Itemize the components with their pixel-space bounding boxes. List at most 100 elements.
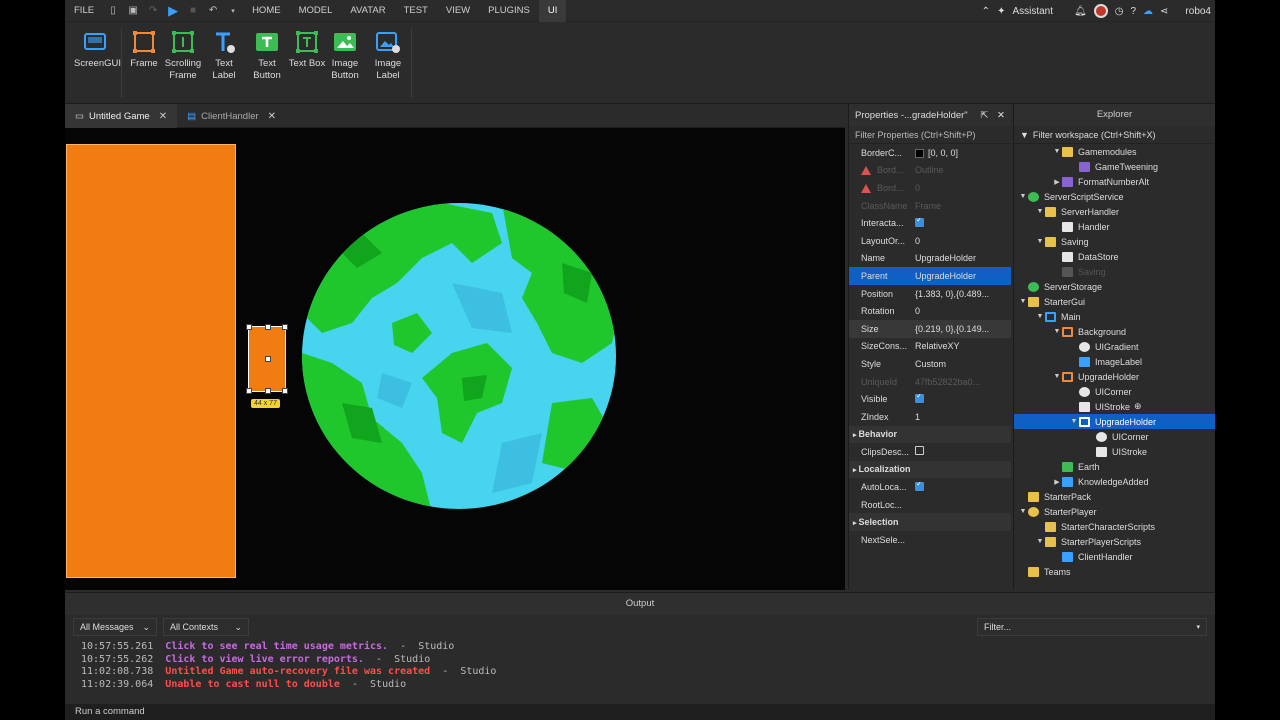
explorer-item[interactable]: ▼ ServerScriptService [1014, 189, 1215, 204]
property-value[interactable]: {0.219, 0},{0.149... [911, 324, 1011, 334]
close-icon[interactable]: ✕ [997, 110, 1005, 121]
command-bar-input[interactable]: Run a command [65, 704, 1215, 720]
checkbox-checked[interactable] [915, 481, 924, 491]
property-value[interactable]: [0, 0, 0] [911, 148, 1011, 158]
property-value[interactable]: 0 [911, 306, 1011, 316]
game-viewport[interactable]: 44 x 77 [65, 128, 845, 590]
checkbox-checked[interactable] [915, 217, 924, 227]
property-row[interactable]: ClassName Frame [849, 197, 1011, 215]
explorer-item[interactable]: UIStroke ⊕ [1014, 399, 1215, 414]
property-row[interactable]: Name UpgradeHolder [849, 250, 1011, 268]
property-value[interactable]: {1.383, 0},{0.489... [911, 289, 1011, 299]
explorer-item[interactable]: ▼ Background [1014, 324, 1215, 339]
insert-object-icon[interactable]: ⊕ [1134, 401, 1142, 412]
checkbox-checked[interactable] [915, 393, 924, 403]
text-label-button[interactable]: Text Label [203, 28, 245, 82]
log-message[interactable]: Click to view live error reports. [165, 654, 364, 665]
expanded-arrow-icon[interactable]: ▼ [1018, 298, 1028, 305]
explorer-item[interactable]: StarterPack [1014, 489, 1215, 504]
earth-image[interactable] [302, 203, 632, 516]
property-row[interactable]: SizeCons... RelativeXY [849, 338, 1011, 356]
property-row[interactable]: ▸ Selection [849, 513, 1011, 532]
resize-handle[interactable] [246, 388, 252, 394]
property-row[interactable]: ClipsDesc... [849, 443, 1011, 461]
explorer-item[interactable]: ▼ ServerHandler [1014, 204, 1215, 219]
property-value[interactable]: Custom [911, 359, 1011, 369]
expanded-arrow-icon[interactable]: ▼ [1052, 328, 1062, 335]
property-row[interactable]: Visible [849, 390, 1011, 408]
property-row[interactable]: UniqueId 47fb52822ba0... [849, 373, 1011, 391]
property-row[interactable]: Interacta... [849, 214, 1011, 232]
username[interactable]: robo4 [1185, 6, 1211, 17]
expanded-arrow-icon[interactable]: ▼ [1018, 193, 1028, 200]
menu-tab-plugins[interactable]: PLUGINS [479, 0, 539, 22]
property-row[interactable]: ▸ Behavior [849, 425, 1011, 444]
expanded-arrow-icon[interactable]: ▼ [1069, 418, 1079, 425]
cloud-icon[interactable]: ☁ [1143, 6, 1153, 17]
explorer-item[interactable]: UIStroke [1014, 444, 1215, 459]
expanded-arrow-icon[interactable]: ▼ [1035, 313, 1045, 320]
property-value[interactable]: Outline [911, 165, 1011, 175]
share-icon[interactable]: ⋖ [1160, 6, 1168, 17]
image-label-button[interactable]: Image Label [367, 28, 409, 82]
output-filter-input[interactable]: Filter... ▾ [977, 618, 1207, 636]
property-row[interactable]: RootLoc... [849, 496, 1011, 514]
explorer-item[interactable]: ▼ UpgradeHolder [1014, 414, 1215, 429]
resize-handle[interactable] [282, 324, 288, 330]
background-frame[interactable] [66, 144, 236, 578]
collapsed-arrow-icon[interactable]: ▶ [1052, 178, 1062, 186]
collapsed-arrow-icon[interactable]: ▶ [1052, 478, 1062, 486]
undock-icon[interactable]: ⇱ [980, 110, 988, 121]
property-row[interactable]: NextSele... [849, 531, 1011, 549]
explorer-item[interactable]: UICorner [1014, 384, 1215, 399]
resize-handle[interactable] [282, 388, 288, 394]
resize-handle[interactable] [265, 388, 271, 394]
menu-tab-avatar[interactable]: AVATAR [341, 0, 394, 22]
avatar[interactable] [1093, 4, 1108, 18]
upgrade-holder-selection[interactable] [246, 324, 288, 394]
collapse-ribbon-icon[interactable]: ⌃ [982, 6, 990, 17]
filter-workspace-input[interactable]: ▼ Filter workspace (Ctrl+Shift+X) [1014, 126, 1215, 144]
property-row[interactable]: Rotation 0 [849, 302, 1011, 320]
contexts-filter-dropdown[interactable]: All Contexts ⌄ [163, 618, 249, 636]
expanded-arrow-icon[interactable]: ▼ [1018, 508, 1028, 515]
color-swatch[interactable] [915, 148, 924, 158]
stop-icon[interactable]: ■ [187, 5, 199, 17]
undo-icon[interactable]: ↶ [207, 5, 219, 17]
property-value[interactable]: 0 [911, 183, 1011, 193]
property-value[interactable]: 47fb52822ba0... [911, 377, 1011, 387]
property-row[interactable]: AutoLoca... [849, 478, 1011, 496]
property-row[interactable]: Style Custom [849, 355, 1011, 373]
close-icon[interactable]: ✕ [159, 111, 167, 122]
notification-bell-icon[interactable]: 🔔︎ [1074, 6, 1087, 17]
property-row[interactable]: Parent UpgradeHolder [849, 267, 1011, 285]
new-file-icon[interactable]: ▯ [107, 5, 119, 17]
property-row[interactable]: BorderC... [0, 0, 0] [849, 144, 1011, 162]
log-message[interactable]: Click to see real time usage metrics. [165, 641, 388, 652]
move-handle[interactable] [265, 356, 271, 362]
explorer-item[interactable]: ▼ StarterPlayerScripts [1014, 534, 1215, 549]
explorer-item[interactable]: ▶ KnowledgeAdded [1014, 474, 1215, 489]
explorer-item[interactable]: ▼ Saving [1014, 234, 1215, 249]
property-row[interactable]: ▸ Localization [849, 460, 1011, 479]
explorer-item[interactable]: ClientHandler [1014, 549, 1215, 564]
save-icon[interactable]: ▣ [127, 5, 139, 17]
menu-tab-view[interactable]: VIEW [437, 0, 479, 22]
assistant-icon[interactable]: ✦ [997, 6, 1005, 17]
log-line[interactable]: 10:57:55.261 Click to see real time usag… [81, 641, 1215, 654]
tab-client-handler[interactable]: ▤ ClientHandler ✕ [177, 104, 286, 128]
expanded-arrow-icon[interactable]: ▼ [1052, 148, 1062, 155]
redo-arrow-icon[interactable]: ↷ [147, 5, 159, 17]
explorer-item[interactable]: UICorner [1014, 429, 1215, 444]
file-menu[interactable]: FILE [65, 0, 103, 22]
help-icon[interactable]: ? [1130, 6, 1136, 17]
explorer-item[interactable]: DataStore [1014, 249, 1215, 264]
log-line[interactable]: 11:02:08.738 Untitled Game auto-recovery… [81, 666, 1215, 679]
property-row[interactable]: LayoutOr... 0 [849, 232, 1011, 250]
menu-tab-model[interactable]: MODEL [290, 0, 342, 22]
quick-access-dropdown-icon[interactable]: ▾ [227, 5, 239, 17]
screengui-button[interactable]: ScreenGUI [74, 28, 121, 70]
explorer-item[interactable]: ▶ FormatNumberAlt [1014, 174, 1215, 189]
explorer-item[interactable]: Handler [1014, 219, 1215, 234]
menu-tab-home[interactable]: HOME [243, 0, 290, 22]
